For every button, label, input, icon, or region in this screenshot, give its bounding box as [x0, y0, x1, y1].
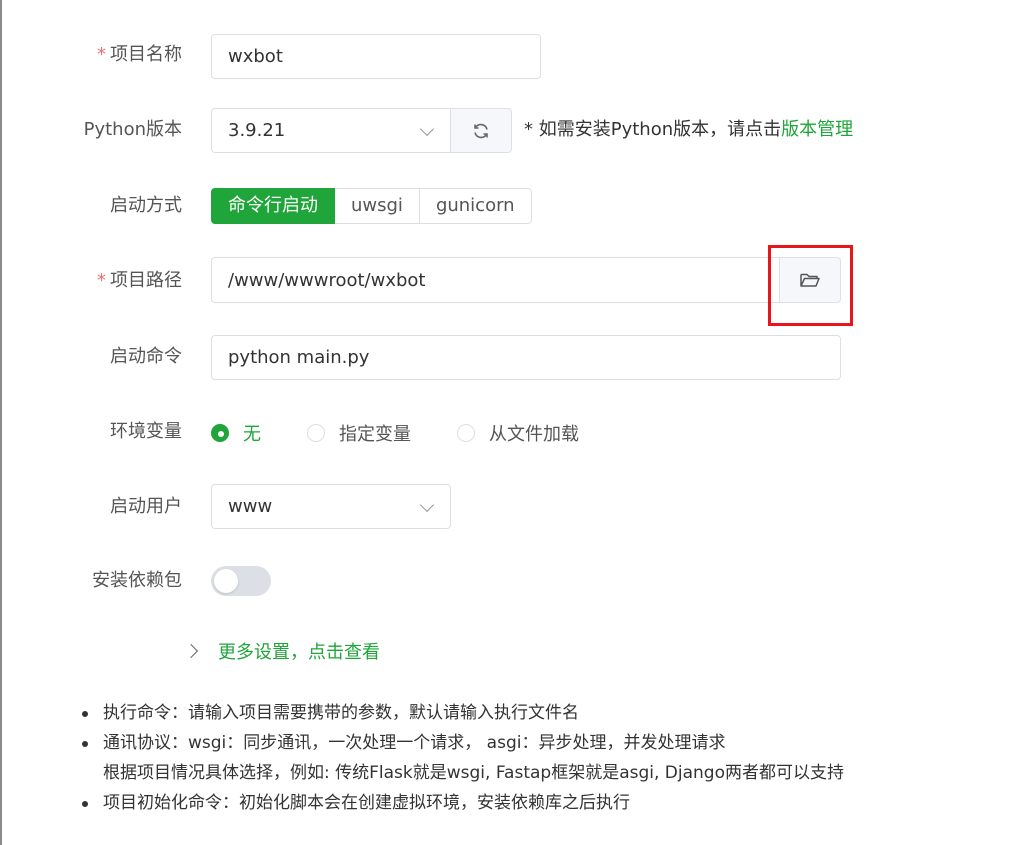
bullet-icon [82, 801, 88, 807]
env-radio-file[interactable]: 从文件加载 [457, 420, 579, 446]
radio-unchecked-icon [307, 424, 325, 442]
help-notes: 执行命令：请输入项目需要携带的参数，默认请输入执行文件名 通讯协议：wsgi：同… [82, 698, 844, 818]
list-item: 项目初始化命令：初始化脚本会在创建虚拟环境，安装依赖库之后执行 [82, 788, 844, 818]
window-left-border [0, 0, 2, 845]
start-user-select[interactable]: www [211, 484, 451, 529]
version-manage-link[interactable]: 版本管理 [781, 119, 853, 140]
more-settings-link[interactable]: 更多设置，点击查看 [183, 638, 380, 664]
start-user-label: 启动用户 [110, 496, 182, 517]
list-item: 执行命令：请输入项目需要携带的参数，默认请输入执行文件名 [82, 698, 844, 728]
chevron-right-icon [183, 643, 199, 659]
chevron-down-icon [419, 121, 435, 136]
env-vars-label: 环境变量 [110, 421, 182, 442]
start-command-value: python main.py [228, 347, 370, 368]
project-path-label: * 项目路径 [97, 270, 182, 291]
refresh-version-button[interactable] [450, 108, 512, 153]
python-version-label: Python版本 [83, 119, 182, 140]
chevron-down-icon [419, 497, 435, 512]
project-name-value: wxbot [228, 46, 283, 67]
start-mode-group: 命令行启动 uwsgi gunicorn [211, 188, 532, 224]
project-path-value: /www/wwwroot/wxbot [228, 269, 426, 291]
python-version-hint: * 如需安装Python版本，请点击版本管理 [524, 119, 854, 140]
radio-unchecked-icon [457, 424, 475, 442]
start-mode-label: 启动方式 [110, 195, 182, 216]
highlight-box [768, 245, 853, 326]
start-mode-gunicorn[interactable]: gunicorn [419, 188, 532, 224]
env-radio-specify[interactable]: 指定变量 [307, 420, 411, 446]
bullet-icon [82, 711, 88, 717]
start-command-label: 启动命令 [110, 346, 182, 367]
start-mode-cli[interactable]: 命令行启动 [211, 188, 335, 224]
radio-checked-icon [211, 424, 229, 442]
bullet-icon [82, 741, 88, 747]
list-item-continuation: 根据项目情况具体选择，例如: 传统Flask就是wsgi, Fastap框架就是… [103, 763, 844, 783]
switch-knob [214, 569, 238, 593]
project-name-label: * 项目名称 [97, 44, 182, 65]
start-user-value: www [228, 496, 273, 517]
python-version-value: 3.9.21 [228, 120, 286, 141]
env-radio-none[interactable]: 无 [211, 420, 261, 446]
list-item: 通讯协议：wsgi：同步通讯，一次处理一个请求， asgi：异步处理，并发处理请… [82, 728, 844, 758]
project-name-input[interactable]: wxbot [211, 34, 541, 79]
refresh-icon [474, 123, 488, 138]
start-command-input[interactable]: python main.py [211, 335, 841, 380]
install-deps-label: 安装依赖包 [92, 570, 182, 591]
install-deps-switch[interactable] [211, 566, 271, 596]
python-version-select[interactable]: 3.9.21 [211, 108, 451, 153]
start-mode-uwsgi[interactable]: uwsgi [335, 188, 420, 224]
project-path-input[interactable]: /www/wwwroot/wxbot [211, 257, 780, 303]
